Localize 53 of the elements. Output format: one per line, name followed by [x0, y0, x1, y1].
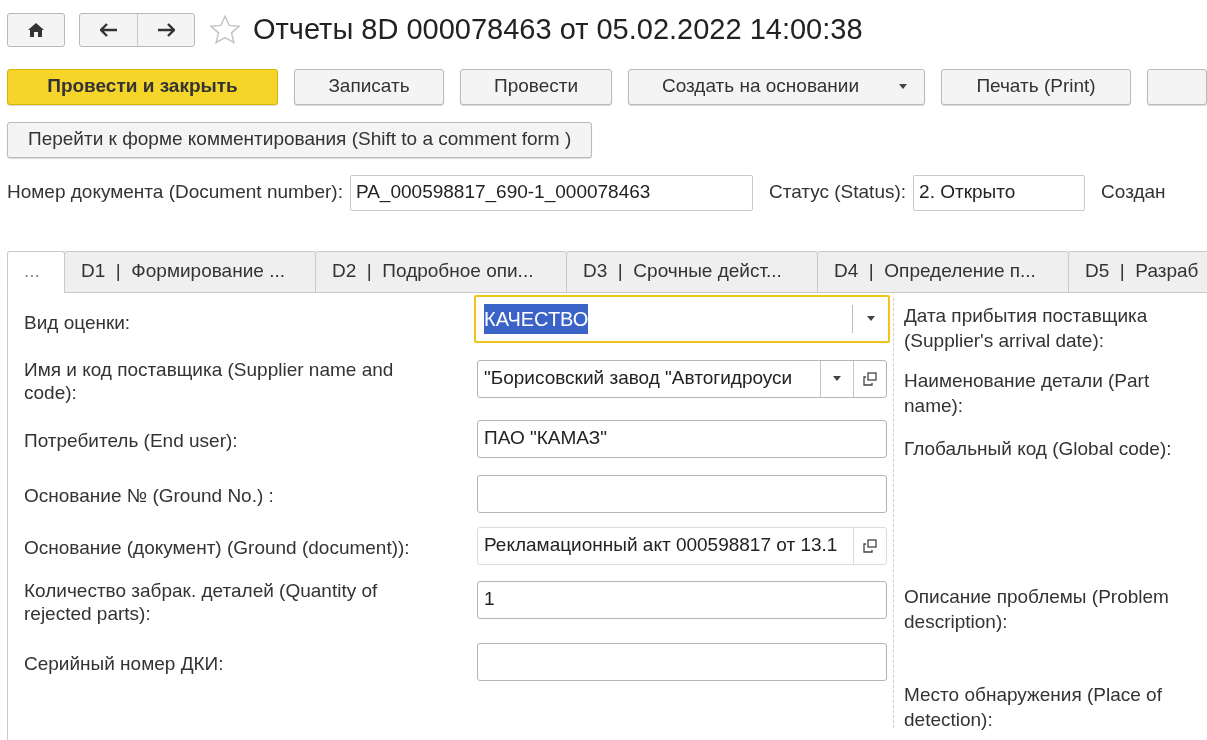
- tab[interactable]: D1 | Формирование ...: [64, 250, 316, 293]
- rating-type-dropdown[interactable]: КАЧЕСТВО: [474, 294, 890, 343]
- field-label: Серийный номер ДКИ:: [24, 651, 225, 675]
- caret-icon: [899, 84, 908, 89]
- field-label: Статус (Status):: [768, 180, 907, 205]
- input-field[interactable]: [477, 474, 887, 513]
- window-title: Отчеты 8D 000078463 от 05.02.2022 14:00:38: [253, 12, 863, 47]
- field-value: 1: [484, 587, 495, 612]
- tab[interactable]: D3 | Срочные дейст...: [566, 250, 818, 293]
- open-window-icon: [863, 371, 877, 386]
- arrow-left-icon: [99, 22, 118, 37]
- arrow-right-icon: [157, 22, 175, 37]
- caret-icon: [866, 316, 875, 321]
- field-label: Дата прибытия поставщика (Supplier's arrival date):: [904, 303, 1149, 353]
- toolbar-button[interactable]: Записать: [294, 68, 444, 105]
- home-icon: [28, 22, 44, 37]
- field-label: Наименование детали (Part name):: [904, 368, 1151, 418]
- star-icon[interactable]: [209, 14, 241, 45]
- field-value: Рекламационный акт 000598817 от 13.1: [484, 533, 838, 558]
- field-label: Количество забрак. деталей (Quantity of rejected parts):: [24, 578, 379, 625]
- input-field[interactable]: 2. Открыто: [913, 174, 1086, 211]
- post-and-close-button[interactable]: Провести и закрыть: [7, 68, 278, 105]
- open-window-icon: [863, 538, 877, 553]
- toolbar-button[interactable]: [1147, 68, 1207, 105]
- tab[interactable]: D4 | Определение п...: [817, 250, 1069, 293]
- field-label: Вид оценки:: [24, 310, 132, 334]
- toolbar-button[interactable]: Печать (Print): [941, 68, 1131, 105]
- field-label: Номер документа (Document number):: [7, 180, 343, 205]
- caret-icon: [833, 376, 841, 381]
- field-label: Место обнаружения (Place of detection):: [904, 682, 1163, 732]
- toolbar-button[interactable]: Провести: [460, 68, 612, 105]
- input-field[interactable]: [477, 642, 887, 681]
- field-value: "Борисовский завод "Автогидроуси: [484, 366, 793, 391]
- field-label: Глобальный код (Global code):: [904, 436, 1173, 461]
- field-value: ПАО "КАМАЗ": [484, 426, 607, 451]
- input-field[interactable]: PA_000598817_690-1_000078463: [349, 174, 753, 211]
- tab[interactable]: ...: [7, 250, 65, 293]
- field-label: Создан: [1101, 180, 1166, 205]
- field-label: Имя и код поставщика (Supplier name and code):: [24, 357, 395, 404]
- create-based-on-button[interactable]: Создать на основании: [628, 68, 925, 105]
- input-field[interactable]: ПАО "КАМАЗ": [477, 419, 887, 458]
- field-label: Потребитель (End user):: [24, 428, 239, 452]
- comment-form-button[interactable]: Перейти к форме комментирования (Shift to a comment form ): [7, 121, 593, 158]
- field-label: Описание проблемы (Problem description):: [904, 584, 1170, 634]
- field-label: Основание (документ) (Ground (document)):: [24, 535, 411, 559]
- field-value: КАЧЕСТВО: [484, 303, 589, 334]
- ground-document-field[interactable]: Рекламационный акт 000598817 от 13.1: [477, 526, 887, 565]
- field-label: Основание № (Ground No.) :: [24, 483, 275, 507]
- input-field[interactable]: 1: [477, 580, 887, 619]
- supplier-field[interactable]: "Борисовский завод "Автогидроуси: [477, 359, 887, 398]
- tab[interactable]: D2 | Подробное опи...: [315, 250, 567, 293]
- tab[interactable]: D5 | Разраб: [1068, 250, 1207, 293]
- home-button[interactable]: [7, 12, 65, 47]
